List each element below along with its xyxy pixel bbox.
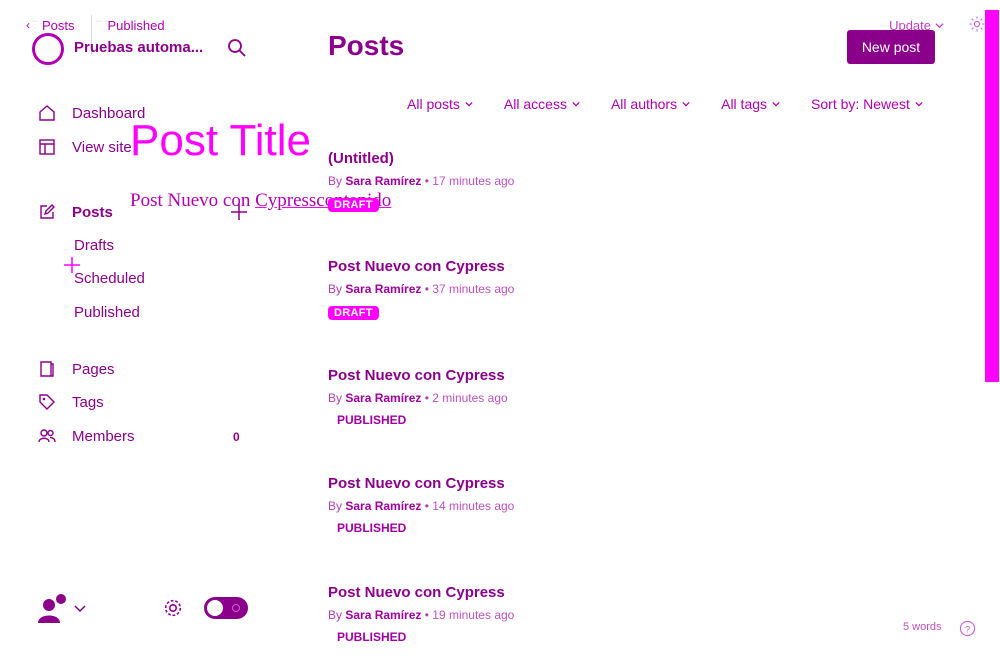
- nav-drafts[interactable]: Drafts: [74, 237, 114, 254]
- nav-tags[interactable]: Tags: [38, 391, 104, 413]
- breadcrumb: ‹ Posts Published: [26, 15, 165, 55]
- status-badge: DRAFT: [328, 306, 379, 320]
- nav-posts[interactable]: Posts: [38, 201, 113, 223]
- breadcrumb-status: Published: [107, 17, 165, 33]
- status-badge: DRAFT: [328, 198, 379, 212]
- nav-scheduled[interactable]: Scheduled: [74, 270, 145, 287]
- gear-icon[interactable]: [968, 15, 986, 33]
- page-title: Posts: [328, 30, 405, 61]
- post-row[interactable]: Post Nuevo con Cypress By Sara Ramírez •…: [328, 475, 888, 537]
- post-row[interactable]: Post Nuevo con Cypress By Sara Ramírez •…: [328, 584, 888, 646]
- post-meta: By Sara Ramírez • 14 minutes ago: [328, 499, 515, 513]
- filter-all-tags[interactable]: All tags: [721, 96, 780, 112]
- plus-icon[interactable]: [230, 203, 248, 221]
- word-count: 5 words: [903, 621, 942, 633]
- filter-label: All tags: [721, 96, 768, 112]
- nav-members-label: Members: [72, 427, 135, 445]
- post-meta: By Sara Ramírez • 17 minutes ago: [328, 174, 515, 188]
- filter-bar: All posts All access All authors All tag…: [407, 96, 954, 112]
- theme-toggle[interactable]: [204, 597, 248, 619]
- layout-icon: [39, 139, 55, 155]
- chevron-down-icon: [935, 23, 944, 29]
- post-time: 17 minutes ago: [432, 174, 515, 188]
- chevron-down-icon: [572, 101, 580, 107]
- chevron-down-icon: [915, 101, 923, 107]
- overlay-post-title: Post Title: [130, 116, 311, 165]
- book-icon: [40, 361, 54, 377]
- post-title[interactable]: Post Nuevo con Cypress: [328, 475, 888, 495]
- members-icon: [38, 429, 56, 443]
- post-author: Sara Ramírez: [345, 608, 422, 622]
- scrollbar[interactable]: [985, 10, 999, 382]
- post-time: 2 minutes ago: [432, 391, 508, 405]
- post-by: By: [328, 499, 343, 513]
- post-title[interactable]: Post Nuevo con Cypress: [328, 367, 888, 387]
- filter-label: All posts: [407, 96, 460, 112]
- post-meta: By Sara Ramírez • 2 minutes ago: [328, 391, 508, 405]
- status-badge: PUBLISHED: [337, 521, 407, 535]
- post-author: Sara Ramírez: [345, 499, 422, 513]
- filter-sort[interactable]: Sort by: Newest: [811, 96, 923, 112]
- filter-all-authors[interactable]: All authors: [611, 96, 690, 112]
- filter-label: All access: [503, 96, 567, 112]
- svg-text:?: ?: [965, 624, 970, 635]
- status-badge: PUBLISHED: [337, 413, 407, 427]
- post-title[interactable]: Post Nuevo con Cypress: [328, 258, 888, 278]
- edit-icon: [40, 204, 55, 219]
- site-name[interactable]: Pruebas automa...: [74, 39, 214, 56]
- chevron-down-icon: [465, 101, 473, 107]
- nav-pages-label: Pages: [72, 360, 115, 378]
- post-meta: By Sara Ramírez • 37 minutes ago: [328, 282, 515, 296]
- filter-label: All authors: [610, 96, 678, 112]
- sun-icon: [232, 604, 240, 612]
- nav-pages[interactable]: Pages: [38, 358, 115, 380]
- home-icon: [39, 105, 55, 121]
- post-time: 14 minutes ago: [432, 499, 515, 513]
- post-author: Sara Ramírez: [345, 174, 422, 188]
- nav-view-site[interactable]: View site: [38, 136, 132, 158]
- nav-posts-label: Posts: [72, 203, 113, 221]
- new-post-button[interactable]: New post: [847, 30, 935, 64]
- search-icon[interactable]: [227, 38, 247, 58]
- avatar: [38, 594, 66, 623]
- post-by: By: [328, 174, 343, 188]
- post-row[interactable]: Post Nuevo con Cypress By Sara Ramírez •…: [328, 258, 888, 321]
- post-row[interactable]: (Untitled) By Sara Ramírez • 17 minutes …: [328, 150, 888, 213]
- chevron-down-icon: [74, 605, 86, 613]
- post-time: 37 minutes ago: [432, 282, 515, 296]
- nav-published[interactable]: Published: [74, 304, 140, 321]
- toggle-knob: [207, 600, 223, 616]
- status-badge: PUBLISHED: [337, 630, 407, 644]
- post-title[interactable]: (Untitled): [328, 150, 888, 170]
- post-by: By: [328, 608, 343, 622]
- post-title[interactable]: Post Nuevo con Cypress: [328, 584, 888, 604]
- plus-icon[interactable]: [63, 256, 81, 274]
- back-chevron-icon[interactable]: ‹: [26, 18, 30, 32]
- gear-icon[interactable]: [162, 597, 184, 619]
- post-meta: By Sara Ramírez • 19 minutes ago: [328, 608, 515, 622]
- nav-members[interactable]: Members: [38, 425, 135, 447]
- help-icon[interactable]: ?: [959, 620, 976, 637]
- post-by: By: [328, 391, 343, 405]
- nav-tags-label: Tags: [72, 393, 104, 411]
- filter-all-access[interactable]: All access: [504, 96, 580, 112]
- post-time: 19 minutes ago: [432, 608, 515, 622]
- post-author: Sara Ramírez: [345, 282, 422, 296]
- post-by: By: [328, 282, 343, 296]
- nav-view-site-label: View site: [72, 138, 132, 156]
- post-author: Sara Ramírez: [345, 391, 422, 405]
- breadcrumb-posts-link[interactable]: Posts: [42, 18, 75, 33]
- members-count: 0: [233, 430, 240, 444]
- chevron-down-icon: [682, 101, 690, 107]
- chevron-down-icon: [772, 101, 780, 107]
- tag-icon: [39, 394, 55, 410]
- site-logo: [32, 33, 64, 65]
- user-menu[interactable]: [36, 592, 86, 624]
- post-row[interactable]: Post Nuevo con Cypress By Sara Ramírez •…: [328, 367, 888, 429]
- filter-all-posts[interactable]: All posts: [407, 96, 473, 112]
- filter-label: Sort by: Newest: [811, 96, 910, 112]
